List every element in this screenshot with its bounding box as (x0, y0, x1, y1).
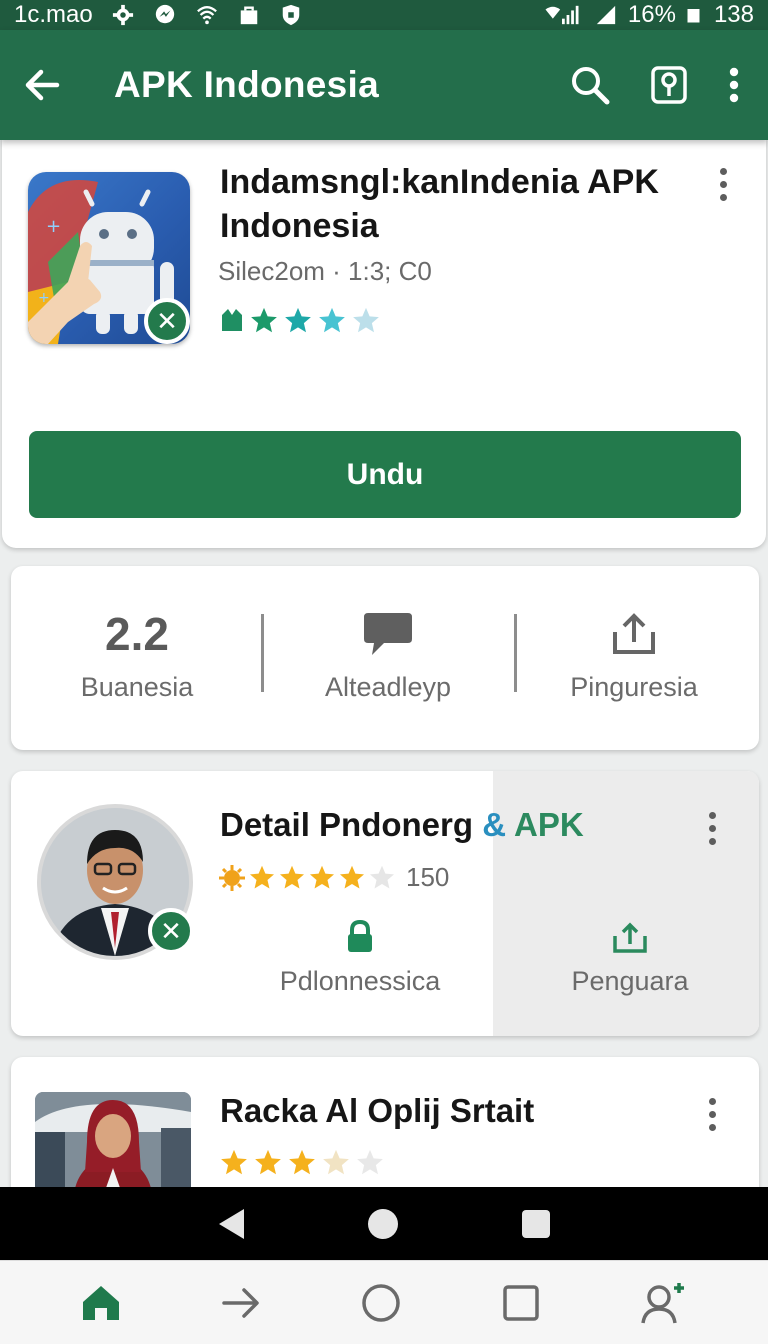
battery-percent: 16% (627, 1, 676, 28)
status-bar: 1c.mao 16% 138 (0, 0, 768, 30)
star-icon (309, 865, 335, 888)
wifi-icon (196, 6, 217, 25)
more-vert-icon[interactable] (728, 67, 740, 103)
star-icon (353, 307, 379, 333)
review-more-icon[interactable] (702, 812, 722, 845)
star-icon (369, 865, 395, 888)
share-upload-icon (613, 922, 647, 953)
second-card-title: Racka Al Oplij Srtait (220, 1092, 535, 1129)
stat-rating: 2.2 Buanesia (17, 606, 257, 703)
star-icon (221, 1149, 247, 1175)
share-upload-icon (613, 613, 655, 654)
star-icon (357, 1149, 383, 1175)
star-icon (249, 865, 275, 888)
square-icon[interactable] (502, 1284, 540, 1322)
review-title-main: Detail Pndonerg (220, 806, 474, 843)
shield-icon (282, 4, 299, 26)
badge-icon (222, 309, 242, 331)
arrow-right-icon[interactable] (222, 1286, 260, 1320)
bottom-tab-bar (0, 1260, 768, 1344)
battery-icon (687, 9, 700, 23)
person-photo (35, 1092, 191, 1202)
star-icon (339, 865, 365, 888)
home-icon[interactable] (81, 1284, 121, 1322)
stat-rating-label: Buanesia (80, 672, 194, 702)
search-icon[interactable] (570, 65, 610, 105)
signal-icon (545, 5, 579, 25)
app-more-icon[interactable] (713, 168, 733, 201)
carrier-text: 1c.mao (14, 1, 93, 28)
stat-share-label: Pinguresia (570, 672, 698, 702)
lock-action[interactable]: Pdlonnessica (262, 920, 458, 997)
status-number: 138 (713, 1, 754, 28)
chat-bubble-icon (364, 613, 412, 655)
cell-signal-icon (596, 5, 616, 25)
bag-icon (240, 6, 257, 25)
stat-rating-value: 2.2 (105, 608, 169, 660)
app-meta: Silec2om · 1:3; C0 (218, 256, 432, 286)
nav-back-icon[interactable] (216, 1207, 246, 1241)
nav-recents-icon[interactable] (520, 1208, 552, 1240)
svg-text:+: + (38, 290, 50, 306)
review-rating-stars: 150 (218, 862, 449, 893)
close-badge-icon: ✕ (144, 298, 190, 344)
star-icon (319, 307, 345, 333)
star-icon (323, 1149, 349, 1175)
stat-reviews[interactable]: Alteadleyp (268, 606, 508, 703)
second-rating-stars (218, 1148, 386, 1178)
stat-reviews-label: Alteadleyp (324, 672, 452, 702)
settings-icon (112, 4, 133, 26)
share-action[interactable]: Penguara (540, 922, 720, 997)
location-pin-icon[interactable] (650, 65, 688, 105)
svg-text:+: + (46, 216, 61, 237)
close-badge-icon: ✕ (148, 908, 194, 954)
lock-action-label: Pdlonnessica (279, 966, 441, 996)
star-icon (289, 1149, 315, 1175)
review-thumbnail[interactable] (35, 1092, 191, 1202)
star-icon (255, 1149, 281, 1175)
app-bar-title: APK Indonesia (114, 64, 379, 105)
star-icon (285, 307, 311, 333)
profile-icon[interactable] (641, 1281, 687, 1325)
nav-home-icon[interactable] (366, 1207, 400, 1241)
messenger-icon (155, 4, 174, 24)
share-action-label: Penguara (571, 966, 689, 996)
circle-icon[interactable] (361, 1283, 401, 1323)
star-icon (279, 865, 305, 888)
rating-count: 150 (406, 862, 450, 892)
star-icon (251, 307, 277, 333)
review-title: Detail Pndonerg & APK (220, 806, 584, 844)
back-button[interactable] (0, 66, 84, 104)
sun-badge-icon (219, 864, 245, 891)
review-title-accent: APK (514, 806, 584, 843)
second-card-more-icon[interactable] (702, 1098, 722, 1131)
app-rating-stars (218, 306, 382, 336)
divider (261, 614, 264, 692)
app-bar: APK Indonesia (0, 30, 768, 140)
stat-share[interactable]: Pinguresia (514, 606, 754, 703)
review-title-amp: & (482, 806, 507, 843)
download-button[interactable]: Undu (29, 431, 741, 518)
system-nav-bar (0, 1187, 768, 1260)
lock-icon (348, 920, 372, 952)
back-arrow-icon (25, 69, 60, 101)
app-title: Indamsngl:kanIndenia APK Indonesia (220, 163, 659, 245)
